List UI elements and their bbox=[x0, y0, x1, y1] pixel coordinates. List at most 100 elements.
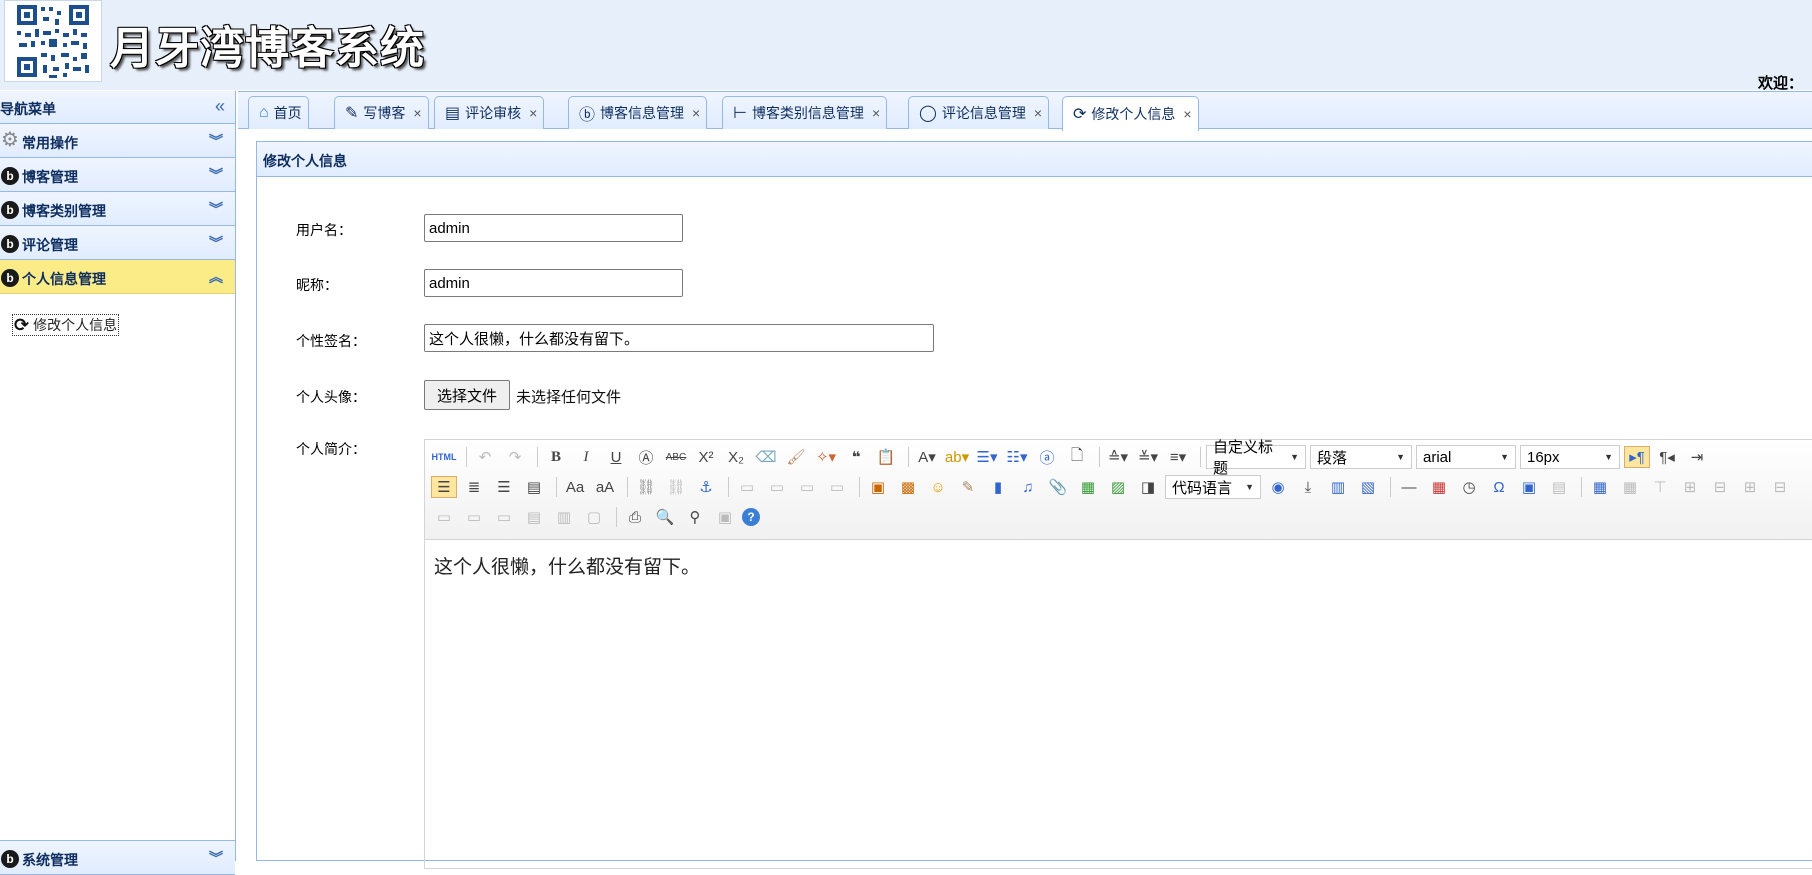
image-center-icon[interactable]: ▭ bbox=[824, 476, 850, 498]
sidebar-section-blog[interactable]: b 博客管理 ︾ bbox=[0, 158, 235, 192]
unlink-icon[interactable]: ⛓ bbox=[663, 476, 689, 498]
insert-table-icon[interactable]: ▦ bbox=[1587, 476, 1613, 498]
sidebar-section-blog-type[interactable]: b 博客类别管理 ︾ bbox=[0, 192, 235, 226]
delete-col-icon[interactable]: ⊟ bbox=[1767, 476, 1793, 498]
background-icon[interactable]: ▧ bbox=[1355, 476, 1381, 498]
special-chars-icon[interactable]: Ω bbox=[1486, 476, 1512, 498]
tab-home[interactable]: ⌂ 首页 bbox=[248, 96, 309, 129]
italic-icon[interactable]: I bbox=[573, 446, 599, 468]
html-source-icon[interactable]: HTML bbox=[431, 446, 457, 468]
insert-video-icon[interactable]: ▮ bbox=[985, 476, 1011, 498]
rtl-direction-icon[interactable]: ¶◂ bbox=[1654, 446, 1680, 468]
blockquote-icon[interactable]: ❝ bbox=[843, 446, 869, 468]
sidebar-item-edit-profile[interactable]: ⟳ 修改个人信息 bbox=[12, 314, 120, 336]
ltr-direction-icon[interactable]: ▸¶ bbox=[1624, 446, 1650, 468]
clear-doc-icon[interactable]: 🗋 bbox=[1064, 446, 1090, 468]
code-language-select[interactable]: 代码语言 ▼ bbox=[1165, 475, 1261, 499]
underline-icon[interactable]: U bbox=[603, 446, 629, 468]
drafts-icon[interactable]: ▣ bbox=[712, 506, 738, 528]
sidebar-section-comment[interactable]: b 评论管理 ︾ bbox=[0, 226, 235, 260]
close-icon[interactable]: × bbox=[413, 105, 421, 121]
sidebar-section-common[interactable]: ⚙ 常用操作 ︾ bbox=[0, 124, 235, 158]
to-uppercase-icon[interactable]: Aa bbox=[562, 476, 588, 498]
emotion-icon[interactable]: ☺ bbox=[925, 476, 951, 498]
undo-icon[interactable]: ↶ bbox=[472, 446, 498, 468]
insert-frame-icon[interactable]: ◨ bbox=[1135, 476, 1161, 498]
tab-blog-manage[interactable]: ⓑ 博客信息管理 × bbox=[568, 96, 708, 129]
unordered-list-icon[interactable]: ☷▾ bbox=[1004, 446, 1030, 468]
superscript-icon[interactable]: X² bbox=[693, 446, 719, 468]
tab-blog-type-manage[interactable]: ⊢ 博客类别信息管理 × bbox=[722, 96, 888, 129]
split-to-rows-icon[interactable]: ▤ bbox=[521, 506, 547, 528]
close-icon[interactable]: × bbox=[872, 105, 880, 121]
insert-image-icon[interactable]: ▩ bbox=[895, 476, 921, 498]
template-icon[interactable]: ▥ bbox=[1325, 476, 1351, 498]
select-all-icon[interactable]: ⓐ bbox=[1034, 446, 1060, 468]
image-manager-icon[interactable]: ▦ bbox=[1075, 476, 1101, 498]
username-field[interactable] bbox=[424, 214, 683, 242]
word-image-icon[interactable]: ▣ bbox=[1516, 476, 1542, 498]
align-center-icon[interactable]: ≣ bbox=[461, 476, 487, 498]
eraser-icon[interactable]: ⌫ bbox=[753, 446, 779, 468]
web-app-icon[interactable]: ◉ bbox=[1265, 476, 1291, 498]
link-icon[interactable]: ⛓ bbox=[633, 476, 659, 498]
merge-down-icon[interactable]: ▭ bbox=[491, 506, 517, 528]
ordered-list-icon[interactable]: ☰▾ bbox=[974, 446, 1000, 468]
map-icon[interactable]: ▨ bbox=[1105, 476, 1131, 498]
page-break-icon[interactable]: ⤓ bbox=[1295, 476, 1321, 498]
editor-content[interactable]: 这个人很懒，什么都没有留下。 bbox=[425, 540, 1812, 591]
paragraph-select[interactable]: 段落 ▼ bbox=[1310, 445, 1412, 469]
paste-plain-icon[interactable]: 📋 bbox=[873, 446, 899, 468]
align-right-icon[interactable]: ☰ bbox=[491, 476, 517, 498]
close-icon[interactable]: × bbox=[692, 105, 700, 121]
align-left-icon[interactable]: ☰ bbox=[431, 476, 457, 498]
custom-title-select[interactable]: 自定义标题 ▼ bbox=[1206, 439, 1306, 477]
insert-row-icon[interactable]: ⊞ bbox=[1677, 476, 1703, 498]
merge-right-icon[interactable]: ▭ bbox=[461, 506, 487, 528]
image-right-icon[interactable]: ▭ bbox=[794, 476, 820, 498]
double-chevron-left-icon[interactable]: « bbox=[215, 96, 225, 117]
choose-file-button[interactable]: 选择文件 bbox=[424, 380, 510, 410]
time-icon[interactable]: ◷ bbox=[1456, 476, 1482, 498]
font-family-select[interactable]: arial ▼ bbox=[1416, 445, 1516, 469]
insert-col-icon[interactable]: ⊞ bbox=[1737, 476, 1763, 498]
signature-field[interactable] bbox=[424, 324, 934, 352]
sidebar-section-system[interactable]: b 系统管理 ︾ bbox=[0, 841, 235, 875]
help-icon[interactable]: ? bbox=[742, 508, 760, 526]
bold-icon[interactable]: B bbox=[543, 446, 569, 468]
date-icon[interactable]: ▦ bbox=[1426, 476, 1452, 498]
delete-table-icon[interactable]: ▦ bbox=[1617, 476, 1643, 498]
print-icon[interactable]: ⎙ bbox=[622, 506, 648, 528]
indent-icon[interactable]: ⇥ bbox=[1684, 446, 1710, 468]
align-justify-icon[interactable]: ▤ bbox=[521, 476, 547, 498]
insert-para-before-table-icon[interactable]: ⊤ bbox=[1647, 476, 1673, 498]
music-icon[interactable]: ♫ bbox=[1015, 476, 1041, 498]
tab-write-blog[interactable]: ✎ 写博客 × bbox=[334, 96, 429, 129]
anchor-icon[interactable]: ⚓ bbox=[693, 476, 719, 498]
attachment-icon[interactable]: 📎 bbox=[1045, 476, 1071, 498]
tab-edit-profile[interactable]: ⟳ 修改个人信息 × bbox=[1062, 96, 1199, 131]
subscript-icon[interactable]: X₂ bbox=[723, 446, 749, 468]
image-left-icon[interactable]: ▭ bbox=[764, 476, 790, 498]
font-border-icon[interactable]: Ⓐ bbox=[633, 446, 659, 468]
redo-icon[interactable]: ↷ bbox=[502, 446, 528, 468]
close-icon[interactable]: × bbox=[1183, 106, 1191, 122]
simple-upload-icon[interactable]: ▣ bbox=[865, 476, 891, 498]
tab-comment-manage[interactable]: ◯ 评论信息管理 × bbox=[908, 96, 1050, 129]
delete-row-icon[interactable]: ⊟ bbox=[1707, 476, 1733, 498]
strikethrough-icon[interactable]: ABC bbox=[663, 446, 689, 468]
font-size-select[interactable]: 16px ▼ bbox=[1520, 445, 1620, 469]
image-none-icon[interactable]: ▭ bbox=[734, 476, 760, 498]
search-replace-icon[interactable]: ⚲ bbox=[682, 506, 708, 528]
horizontal-rule-icon[interactable]: — bbox=[1396, 476, 1422, 498]
row-spacing-top-icon[interactable]: ≙▾ bbox=[1105, 446, 1131, 468]
split-to-cols-icon[interactable]: ▥ bbox=[551, 506, 577, 528]
auto-format-icon[interactable]: ✧▾ bbox=[813, 446, 839, 468]
preview-icon[interactable]: 🔍 bbox=[652, 506, 678, 528]
tab-comment-review[interactable]: ▤ 评论审核 × bbox=[434, 96, 545, 129]
close-icon[interactable]: × bbox=[529, 105, 537, 121]
row-spacing-bottom-icon[interactable]: ≚▾ bbox=[1135, 446, 1161, 468]
scrawl-icon[interactable]: ✎ bbox=[955, 476, 981, 498]
format-brush-icon[interactable]: 🖌 bbox=[783, 446, 809, 468]
merge-cells-icon[interactable]: ▭ bbox=[431, 506, 457, 528]
